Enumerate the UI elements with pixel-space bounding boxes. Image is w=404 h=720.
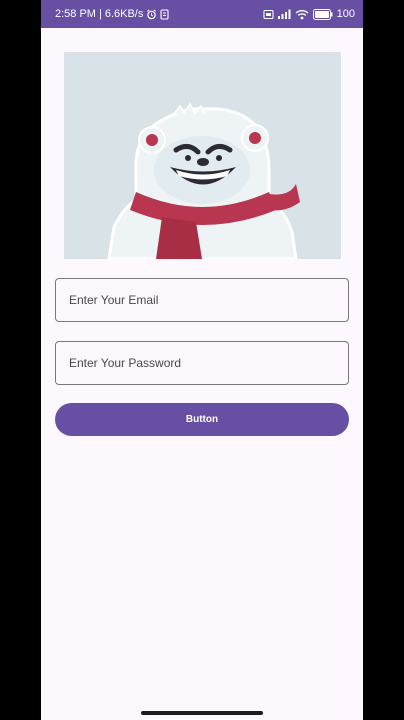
alarm-icon (146, 9, 157, 20)
status-time: 2:58 PM (55, 8, 96, 20)
email-field[interactable] (55, 278, 349, 322)
home-indicator[interactable] (141, 711, 263, 715)
sim-notification-icon (160, 8, 169, 20)
status-net-speed: 6.6KB/s (104, 8, 144, 20)
mascot-image (64, 52, 341, 259)
submit-button[interactable]: Button (55, 403, 349, 436)
app-screen: 2:58 PM | 6.6KB/s 100 Enter Your Email B… (41, 0, 363, 720)
password-field[interactable] (55, 341, 349, 385)
battery-icon (312, 8, 333, 20)
status-bar: 2:58 PM | 6.6KB/s 100 (41, 0, 363, 28)
signal-icon (277, 9, 291, 19)
status-separator: | (98, 8, 102, 20)
battery-level: 100 (336, 8, 355, 20)
wifi-icon (295, 9, 309, 20)
sim-card-icon (263, 9, 274, 20)
